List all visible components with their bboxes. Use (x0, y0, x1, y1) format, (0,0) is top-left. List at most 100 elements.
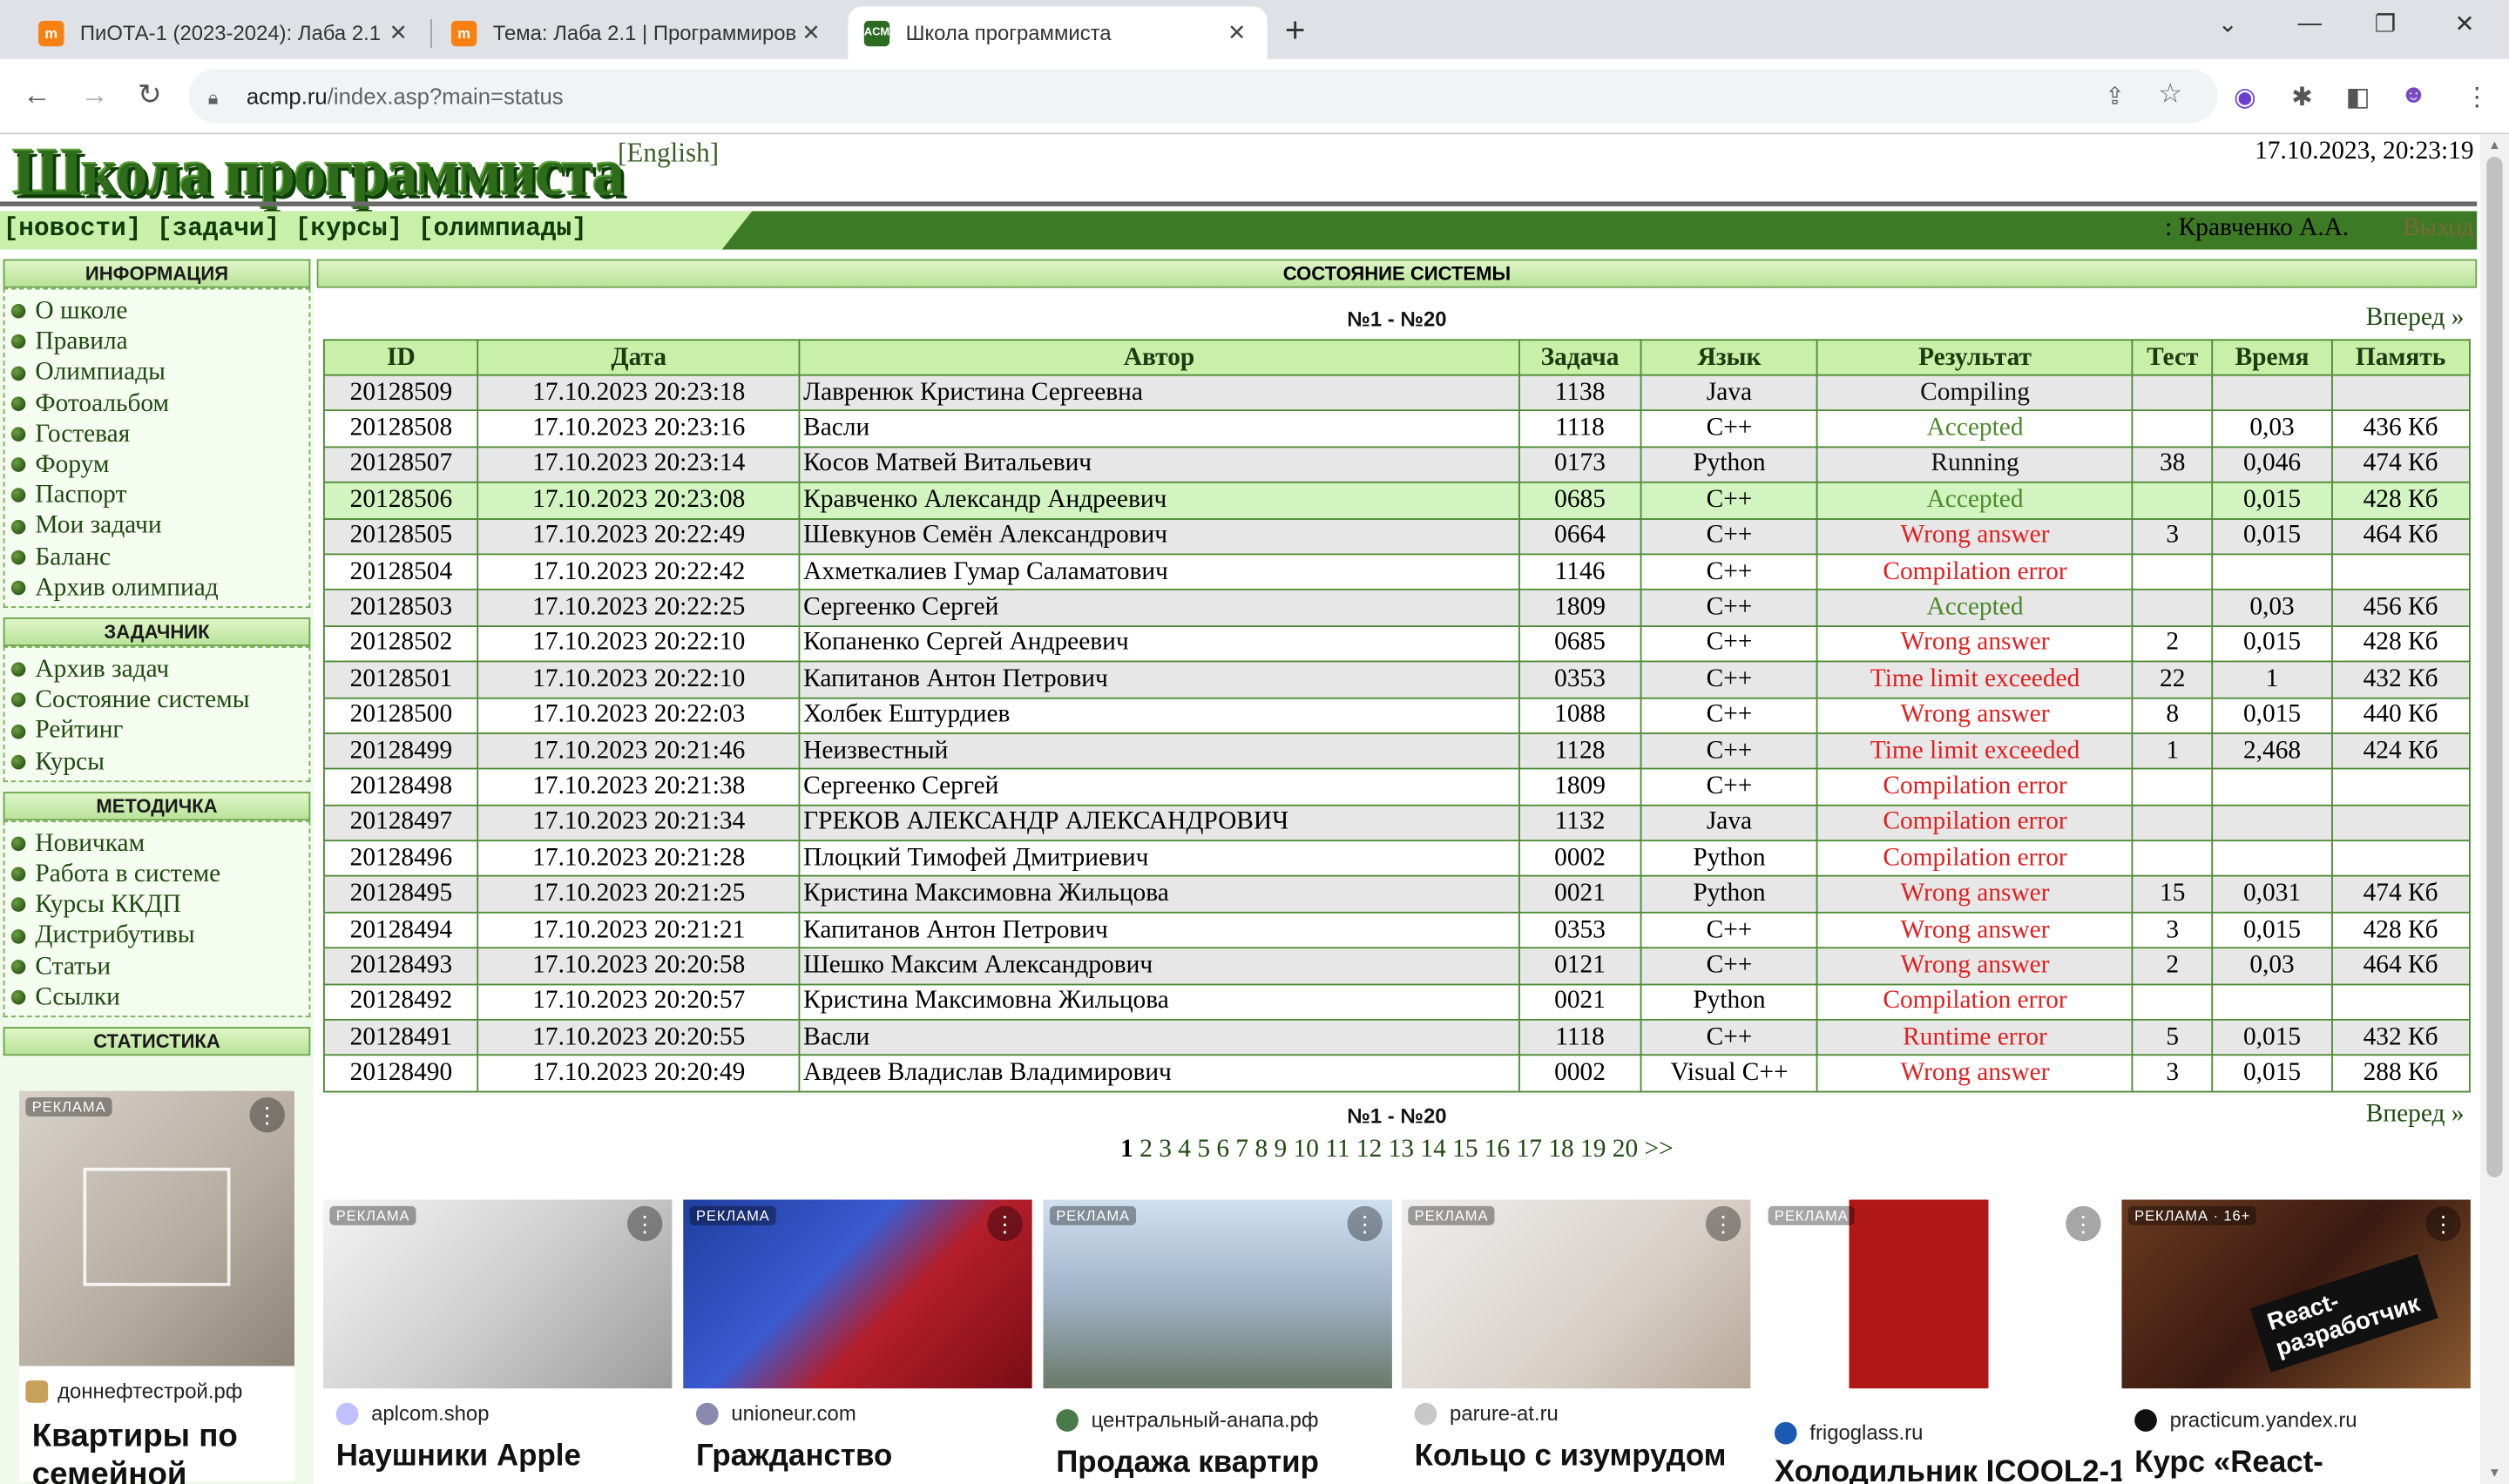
sidebar-item-rating[interactable]: Рейтинг (10, 716, 309, 746)
cell-author[interactable]: Авдеев Владислав Владимирович (798, 1055, 1520, 1093)
page-link[interactable]: 16 (1484, 1136, 1510, 1163)
cell-task[interactable]: 0021 (1518, 982, 1642, 1021)
page-link[interactable]: 14 (1420, 1136, 1445, 1163)
page-link[interactable]: 3 (1159, 1136, 1172, 1163)
lock-icon[interactable]: 🔒︎ (208, 86, 227, 109)
sidebar-item-newbies[interactable]: Новичкам (10, 828, 309, 859)
page-link[interactable]: 8 (1254, 1136, 1268, 1163)
cell-author[interactable]: Лавренюк Кристина Сергеевна (798, 374, 1520, 412)
cell-author[interactable]: Копаненко Сергей Андреевич (798, 624, 1520, 663)
page-link[interactable]: 20 (1613, 1136, 1638, 1163)
cell-result[interactable]: Running (1816, 446, 2134, 484)
table-row[interactable]: 20128492 17.10.2023 20:20:57 Кристина Макс… (323, 982, 2471, 1021)
page-link[interactable]: 4 (1178, 1136, 1191, 1163)
cell-task[interactable]: 0173 (1518, 446, 1642, 484)
cell-result[interactable]: Compiling (1816, 374, 2134, 412)
cell-result[interactable]: Wrong answer (1816, 911, 2134, 949)
sidebar-item-system-work[interactable]: Работа в системе (10, 859, 309, 889)
ad-more-icon[interactable]: ⋮ (1705, 1205, 1741, 1242)
cell-task[interactable]: 0121 (1518, 947, 1642, 985)
cell-author[interactable]: Сергеенко Сергей (798, 589, 1520, 627)
cell-author[interactable]: Кравченко Александр Андреевич (798, 482, 1520, 520)
cell-result[interactable]: Wrong answer (1816, 1055, 2134, 1093)
browser-tab-1[interactable]: m ПиОТА-1 (2023-2024): Лаба 2.1 ✕ (23, 6, 429, 59)
ad-card[interactable]: РЕКЛАМА · 16+ ⋮ practicum.yandex.ru Курс «R… (2121, 1199, 2471, 1484)
ad-more-icon[interactable]: ⋮ (2425, 1205, 2461, 1242)
cell-author[interactable]: Васли (798, 409, 1520, 448)
minimize-button[interactable]: — (2298, 10, 2323, 37)
english-link[interactable]: [English] (618, 138, 719, 170)
cell-author[interactable]: Шевкунов Семён Александрович (798, 517, 1520, 556)
page-scrollbar[interactable]: ▲ ▼ (2479, 134, 2509, 1484)
ad-more-icon[interactable]: ⋮ (1347, 1205, 1383, 1242)
cell-task[interactable]: 1128 (1518, 732, 1642, 771)
close-window-button[interactable]: ✕ (2454, 10, 2474, 38)
table-row[interactable]: 20128507 17.10.2023 20:23:14 Косов Матвей … (323, 446, 2471, 484)
page-link[interactable]: 2 (1140, 1136, 1153, 1163)
table-row[interactable]: 20128502 17.10.2023 20:22:10 Копаненко Сер… (323, 624, 2471, 663)
sidebar-item-forum[interactable]: Форум (10, 449, 309, 480)
table-row[interactable]: 20128508 17.10.2023 20:23:16 Васли 1118 C++ A… (323, 409, 2471, 448)
table-row[interactable]: 20128504 17.10.2023 20:22:42 Ахметкалиев Г… (323, 553, 2471, 591)
cell-result[interactable]: Compilation error (1816, 840, 2134, 878)
forward-link-top[interactable]: Вперед » (2366, 304, 2465, 333)
sidebar-ad[interactable]: РЕКЛАМА ⋮ доннефтестрой.рф Квартиры по с… (19, 1090, 294, 1484)
cell-task[interactable]: 1809 (1518, 768, 1642, 806)
cell-task[interactable]: 1146 (1518, 553, 1642, 591)
page-link[interactable]: 9 (1275, 1136, 1288, 1163)
tab-search-button[interactable]: ⌄ (2218, 10, 2238, 38)
cell-result[interactable]: Compilation error (1816, 982, 2134, 1021)
reload-icon[interactable]: ↻ (138, 78, 162, 112)
cell-author[interactable]: ГРЕКОВ АЛЕКСАНДР АЛЕКСАНДРОВИЧ (798, 804, 1520, 842)
side-panel-icon[interactable]: ◧ (2346, 82, 2370, 114)
top-menu-links[interactable]: [новости] [задачи] [курсы] [олимпиады] (3, 214, 587, 243)
cell-author[interactable]: Шешко Максим Александрович (798, 947, 1520, 985)
cell-task[interactable]: 0685 (1518, 482, 1642, 520)
cell-author[interactable]: Капитанов Антон Петрович (798, 660, 1520, 698)
sidebar-item-my-tasks[interactable]: Мои задачи (10, 511, 309, 542)
close-tab-icon[interactable]: ✕ (797, 19, 826, 46)
cell-task[interactable]: 0685 (1518, 624, 1642, 663)
ad-more-icon[interactable]: ⋮ (249, 1096, 285, 1133)
cell-result[interactable]: Compilation error (1816, 553, 2134, 591)
cell-task[interactable]: 0002 (1518, 840, 1642, 878)
share-icon[interactable]: ⇪ (2105, 82, 2125, 111)
cell-author[interactable]: Ахметкалиев Гумар Саламатович (798, 553, 1520, 591)
cell-result[interactable]: Compilation error (1816, 768, 2134, 806)
cell-task[interactable]: 1088 (1518, 696, 1642, 734)
sidebar-item-rules[interactable]: Правила (10, 327, 309, 357)
cell-result[interactable]: Wrong answer (1816, 696, 2134, 734)
cell-result[interactable]: Wrong answer (1816, 947, 2134, 985)
table-row[interactable]: 20128501 17.10.2023 20:22:10 Капитанов Ант… (323, 660, 2471, 698)
table-row[interactable]: 20128503 17.10.2023 20:22:25 Сергеенко Сер… (323, 589, 2471, 627)
ad-card[interactable]: РЕКЛАМА ⋮ центральный-анапа.рф Продажа квар… (1043, 1199, 1392, 1484)
scroll-up-icon[interactable]: ▲ (2488, 138, 2501, 152)
cell-author[interactable]: Косов Матвей Витальевич (798, 446, 1520, 484)
table-row[interactable]: 20128496 17.10.2023 20:21:28 Плоцкий Тимоф… (323, 840, 2471, 878)
table-row[interactable]: 20128495 17.10.2023 20:21:25 Кристина Макс… (323, 875, 2471, 914)
cell-task[interactable]: 0664 (1518, 517, 1642, 556)
sidebar-item-olympiad-archive[interactable]: Архив олимпиад (10, 572, 309, 603)
page-link[interactable]: 17 (1517, 1136, 1542, 1163)
ad-more-icon[interactable]: ⋮ (626, 1205, 663, 1242)
sidebar-item-articles[interactable]: Статьи (10, 951, 309, 981)
cell-task[interactable]: 0021 (1518, 875, 1642, 914)
site-logo[interactable]: Школа программиста (13, 132, 626, 212)
cell-author[interactable]: Кристина Максимовна Жильцова (798, 875, 1520, 914)
cell-author[interactable]: Холбек Ештурдиев (798, 696, 1520, 734)
cell-task[interactable]: 0002 (1518, 1055, 1642, 1093)
table-row[interactable]: 20128500 17.10.2023 20:22:03 Холбек Ештурд… (323, 696, 2471, 734)
forward-link-bottom[interactable]: Вперед » (2366, 1101, 2465, 1130)
table-row[interactable]: 20128498 17.10.2023 20:21:38 Сергеенко Сер… (323, 768, 2471, 806)
page-link[interactable]: 13 (1389, 1136, 1414, 1163)
sidebar-item-kkdp-courses[interactable]: Курсы ККДП (10, 890, 309, 921)
forward-arrow-icon[interactable]: → (80, 78, 109, 112)
cell-task[interactable]: 1138 (1518, 374, 1642, 412)
table-row[interactable]: 20128505 17.10.2023 20:22:49 Шевкунов Семё… (323, 517, 2471, 556)
table-row[interactable]: 20128497 17.10.2023 20:21:34 ГРЕКОВ АЛЕКСА… (323, 804, 2471, 842)
page-link[interactable]: 15 (1452, 1136, 1478, 1163)
sidebar-item-distributives[interactable]: Дистрибутивы (10, 921, 309, 951)
cell-task[interactable]: 0353 (1518, 660, 1642, 698)
cell-result[interactable]: Compilation error (1816, 804, 2134, 842)
page-link[interactable]: 19 (1580, 1136, 1606, 1163)
